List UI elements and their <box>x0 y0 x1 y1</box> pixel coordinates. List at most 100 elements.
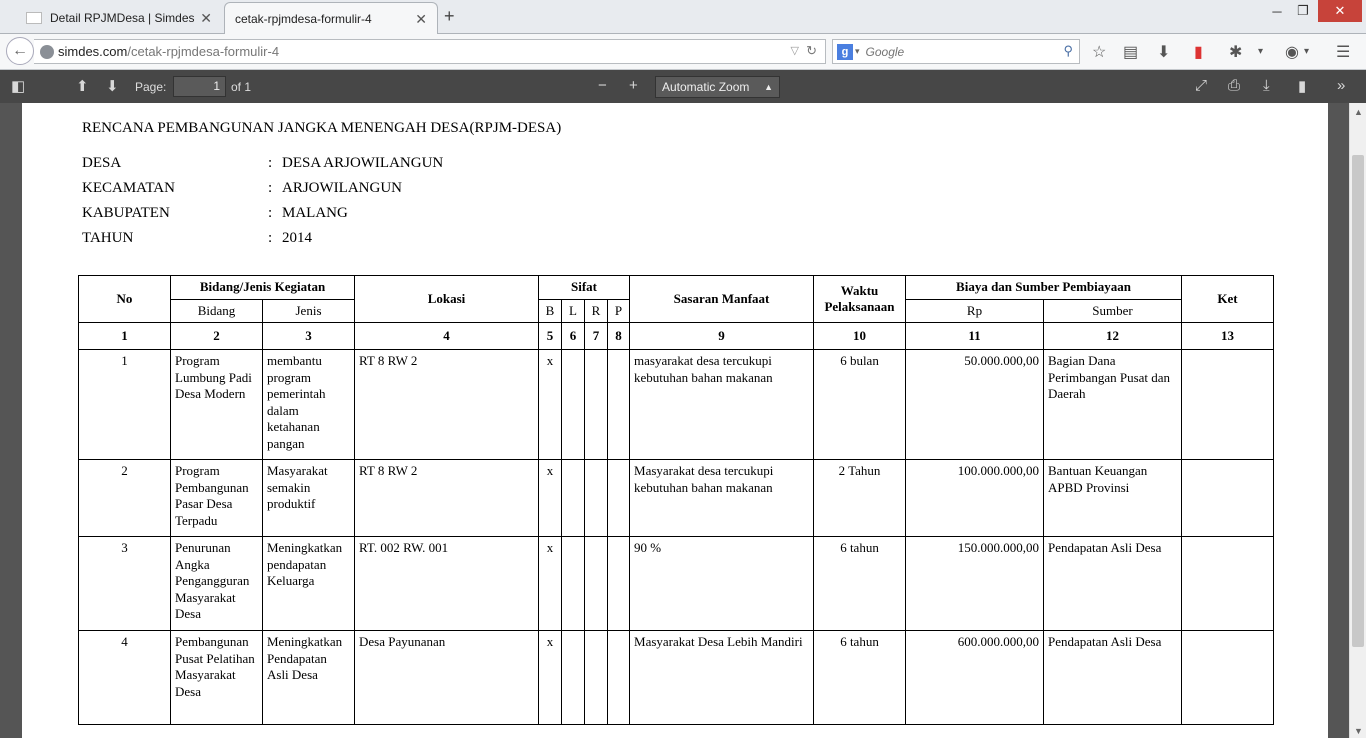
minimize-button[interactable]: ─ <box>1266 0 1288 22</box>
cell-waktu: 6 tahun <box>813 536 907 631</box>
download-icon[interactable]: ⤓ <box>1263 77 1270 94</box>
tab-label: Detail RPJMDesa | Simdes <box>50 11 195 25</box>
addon-icon[interactable]: ▮ <box>1194 42 1203 62</box>
nav-bar: simdes.com/cetak-rpjmdesa-formulir-4 ▽ ↻… <box>0 34 1366 70</box>
cell-rp: 600.000.000,00 <box>905 630 1045 725</box>
firebug-icon[interactable]: ✱ <box>1229 42 1242 62</box>
cell-r <box>584 536 609 631</box>
history-dropdown-icon[interactable]: ▽ <box>791 44 799 57</box>
cell-lokasi: RT 8 RW 2 <box>354 459 540 537</box>
search-icon[interactable]: ⚲ <box>1063 43 1073 59</box>
reload-icon[interactable]: ↻ <box>806 43 817 59</box>
header-r: R <box>584 298 609 323</box>
cell-no: 3 <box>78 536 171 631</box>
cell-jenis: Masyarakat semakin produktif <box>261 459 356 537</box>
zoom-in-icon[interactable]: + <box>629 77 638 94</box>
back-button[interactable]: ← <box>6 37 34 65</box>
back-arrow-icon: ← <box>12 42 28 59</box>
cell-ket <box>1181 349 1275 460</box>
scroll-down-icon[interactable]: ▼ <box>1354 726 1363 736</box>
zoom-select[interactable]: Automatic Zoom ▲▼ <box>655 76 780 113</box>
header-jenis: Jenis <box>261 298 356 323</box>
table-row: 3 Penurunan Angka Pengangguran Masyaraka… <box>78 536 1275 631</box>
addon-dropdown-icon[interactable]: ▾ <box>1258 46 1263 57</box>
cell-p <box>607 630 631 725</box>
header-ket: Ket <box>1181 275 1275 323</box>
cell-rp: 50.000.000,00 <box>905 349 1045 460</box>
column-number: 9 <box>629 322 815 350</box>
scrollbar-thumb[interactable] <box>1352 155 1364 647</box>
bookmark-star-icon[interactable]: ☆ <box>1092 42 1106 62</box>
presentation-mode-icon[interactable]: ⤢ <box>1195 77 1207 94</box>
tab-detail-rpjmdesa[interactable]: Detail RPJMDesa | Simdes ✕ <box>10 2 222 34</box>
column-number: 8 <box>607 322 631 350</box>
cell-b: x <box>538 630 563 725</box>
column-number: 10 <box>813 322 907 350</box>
color-addon-dropdown-icon[interactable]: ▾ <box>1304 46 1309 57</box>
column-number-row: 1 2 3 4 5 6 7 8 9 10 11 12 13 <box>78 322 1275 350</box>
rpjm-table: No Bidang/Jenis Kegiatan Lokasi Sifat Sa… <box>78 275 1275 725</box>
color-addon-icon[interactable]: ◉ <box>1285 42 1299 62</box>
tools-icon[interactable]: » <box>1337 77 1345 94</box>
cell-b: x <box>538 349 563 460</box>
pdf-page: RENCANA PEMBANGUNAN JANGKA MENENGAH DESA… <box>22 103 1328 738</box>
cell-p <box>607 349 631 460</box>
header-p: P <box>607 298 631 323</box>
bookmark-icon[interactable]: ▮ <box>1298 77 1306 95</box>
close-tab-icon[interactable]: ✕ <box>200 10 212 27</box>
header-b: B <box>538 298 563 323</box>
meta-colon: : <box>268 155 273 171</box>
cell-sumber: Pendapatan Asli Desa <box>1043 536 1183 631</box>
column-number: 13 <box>1181 322 1275 350</box>
print-icon[interactable]: ⎙ <box>1228 77 1240 94</box>
header-sasaran: Sasaran Manfaat <box>629 275 815 323</box>
menu-icon[interactable]: ☰ <box>1336 42 1350 62</box>
cell-no: 2 <box>78 459 171 537</box>
new-tab-button[interactable]: + <box>444 6 455 27</box>
cell-sumber: Pendapatan Asli Desa <box>1043 630 1183 725</box>
meta-colon: : <box>268 180 273 196</box>
meta-value: ARJOWILANGUN <box>282 180 402 196</box>
sidebar-toggle-icon[interactable]: ◧ <box>11 77 25 95</box>
cell-sasaran: 90 % <box>629 536 815 631</box>
table-row: 2 Program Pembangunan Pasar Desa Terpadu… <box>78 459 1275 537</box>
cell-sasaran: Masyarakat desa tercukupi kebutuhan baha… <box>629 459 815 537</box>
cell-r <box>584 459 609 537</box>
zoom-out-icon[interactable]: − <box>598 77 607 94</box>
search-input[interactable] <box>865 44 1046 59</box>
url-bar[interactable]: simdes.com/cetak-rpjmdesa-formulir-4 ▽ ↻ <box>34 39 826 64</box>
cell-jenis: Meningkatkan Pendapatan Asli Desa <box>261 630 356 725</box>
tab-cetak-rpjmdesa[interactable]: cetak-rpjmdesa-formulir-4 ✕ <box>224 2 438 34</box>
next-page-icon[interactable]: ⬇ <box>106 77 119 95</box>
column-number: 2 <box>170 322 263 350</box>
google-engine-icon[interactable]: g <box>837 43 853 60</box>
column-number: 6 <box>561 322 586 350</box>
maximize-button[interactable]: ❐ <box>1292 0 1314 22</box>
meta-key: KECAMATAN <box>82 180 175 196</box>
scroll-up-icon[interactable]: ▲ <box>1354 107 1363 117</box>
column-number: 12 <box>1043 322 1183 350</box>
meta-value: DESA ARJOWILANGUN <box>282 155 444 171</box>
cell-p <box>607 536 631 631</box>
search-bar[interactable]: g ▾ ⚲ <box>832 39 1080 64</box>
cell-no: 4 <box>78 630 171 725</box>
column-number: 3 <box>261 322 356 350</box>
previous-page-icon[interactable]: ⬆ <box>76 77 89 95</box>
cell-waktu: 6 tahun <box>813 630 907 725</box>
cell-jenis: Meningkatkan pendapatan Keluarga <box>261 536 356 631</box>
engine-dropdown-icon[interactable]: ▾ <box>855 46 860 57</box>
page-number-input[interactable]: 1 <box>173 76 226 97</box>
downloads-icon[interactable]: ⬇ <box>1157 42 1170 62</box>
reading-list-icon[interactable]: ▤ <box>1123 42 1138 62</box>
column-number: 11 <box>905 322 1045 350</box>
cell-lokasi: RT 8 RW 2 <box>354 349 540 460</box>
cell-ket <box>1181 630 1275 725</box>
close-window-button[interactable]: ✕ <box>1318 0 1362 22</box>
close-tab-icon[interactable]: ✕ <box>415 11 427 28</box>
cell-lokasi: Desa Payunanan <box>354 630 540 725</box>
globe-icon <box>40 44 54 59</box>
cell-sumber: Bagian Dana Perimbangan Pusat dan Daerah <box>1043 349 1183 460</box>
vertical-scrollbar[interactable]: ▲ ▼ <box>1349 103 1366 738</box>
header-sifat: Sifat <box>538 275 631 300</box>
pdf-viewer: RENCANA PEMBANGUNAN JANGKA MENENGAH DESA… <box>0 103 1349 738</box>
